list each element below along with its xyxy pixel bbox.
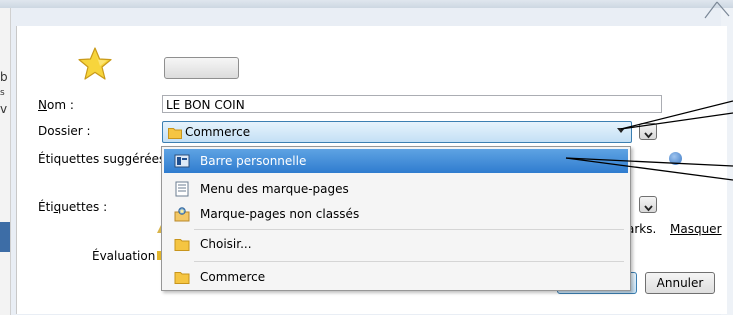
annotation-callout-lines: [565, 100, 733, 181]
